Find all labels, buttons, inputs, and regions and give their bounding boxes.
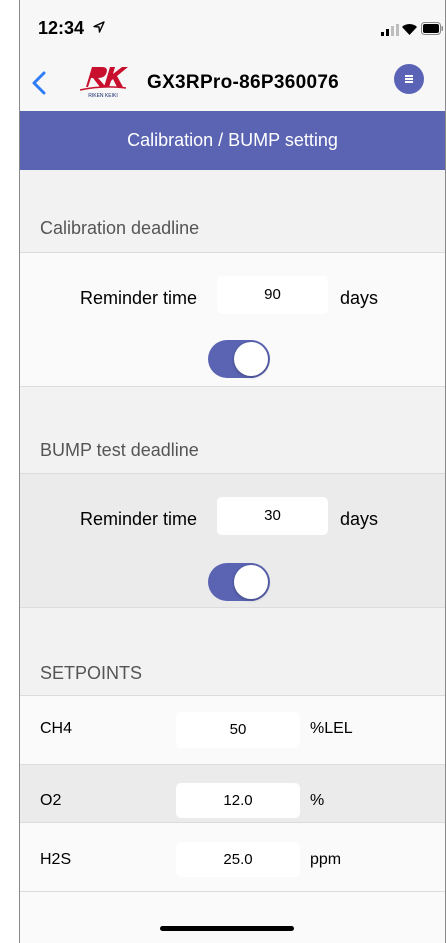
setpoints-heading: SETPOINTS xyxy=(40,663,143,683)
setpoint-value-input[interactable]: 25.0 xyxy=(176,842,300,877)
bump-panel: Reminder time 30 days xyxy=(20,474,445,607)
device-title: GX3RPro-86P360076 xyxy=(147,72,340,93)
setpoint-gas-label: CH4 xyxy=(40,720,73,737)
status-bar: 12:34 xyxy=(20,0,445,58)
setpoint-gas-label: O2 xyxy=(40,792,62,809)
calibration-reminder-input[interactable]: 90 xyxy=(217,276,328,314)
setpoint-unit: % xyxy=(310,792,325,809)
page-title: Calibration / BUMP setting xyxy=(20,111,445,170)
setpoint-row: H2S 25.0 ppm xyxy=(20,823,445,891)
setpoint-unit: %LEL xyxy=(310,720,353,737)
setpoint-value-input[interactable]: 12.0 xyxy=(176,783,300,818)
bump-heading: BUMP test deadline xyxy=(40,440,199,460)
calibration-panel: Reminder time 90 days xyxy=(20,253,445,386)
bump-toggle[interactable] xyxy=(208,563,270,601)
menu-button[interactable] xyxy=(394,64,424,94)
bump-reminder-label: Reminder time xyxy=(80,509,198,529)
wifi-icon xyxy=(402,24,417,35)
setpoint-value-input[interactable]: 50 xyxy=(176,712,300,748)
setpoint-unit: ppm xyxy=(310,851,342,868)
bump-days-unit: days xyxy=(340,509,379,529)
setpoint-gas-label: H2S xyxy=(40,851,72,868)
setpoint-row: CH4 50 %LEL xyxy=(20,696,445,764)
bump-reminder-input[interactable]: 30 xyxy=(217,497,328,535)
status-time: 12:34 xyxy=(38,18,85,38)
phone-screen: 12:34 RIKEN KEIKI GX3RPro-86P360076 Cali… xyxy=(19,0,446,943)
back-chevron-icon[interactable] xyxy=(30,66,50,100)
calibration-days-unit: days xyxy=(340,288,379,308)
signal-icon xyxy=(381,24,399,36)
setpoint-row: O2 12.0 % xyxy=(20,765,445,822)
battery-icon xyxy=(421,22,443,35)
home-indicator[interactable] xyxy=(160,926,294,931)
svg-text:RIKEN KEIKI: RIKEN KEIKI xyxy=(88,93,117,99)
calibration-heading: Calibration deadline xyxy=(40,218,200,238)
calibration-toggle[interactable] xyxy=(208,340,270,378)
bottom-area xyxy=(20,892,445,943)
navigation-bar: RIKEN KEIKI GX3RPro-86P360076 xyxy=(20,58,445,111)
location-arrow-icon xyxy=(93,21,105,33)
calibration-reminder-label: Reminder time xyxy=(80,288,198,308)
riken-keiki-logo: RIKEN KEIKI xyxy=(79,67,128,99)
